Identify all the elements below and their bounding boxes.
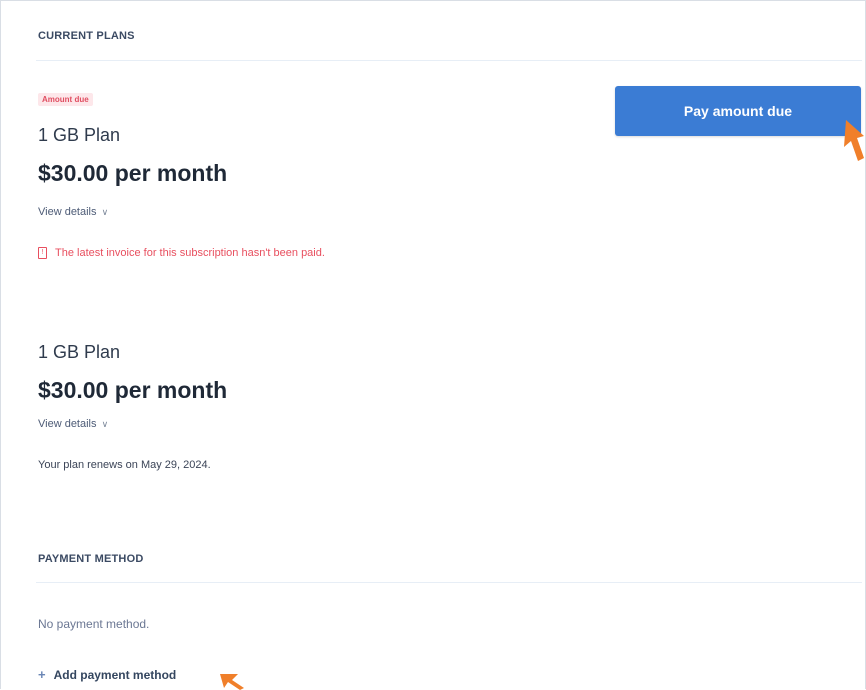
section-divider bbox=[36, 582, 862, 583]
current-plans-title: CURRENT PLANS bbox=[38, 30, 135, 42]
no-payment-text: No payment method. bbox=[38, 617, 150, 631]
add-payment-method-button[interactable]: + Add payment method bbox=[38, 667, 176, 682]
chevron-down-icon: ∨ bbox=[101, 419, 109, 429]
mouse-pointer-icon bbox=[844, 120, 864, 161]
renewal-text: Your plan renews on May 29, 2024. bbox=[38, 459, 211, 471]
plan-price: $30.00 per month bbox=[38, 377, 228, 403]
plan-name: 1 GB Plan bbox=[38, 342, 121, 362]
payment-method-title: PAYMENT METHOD bbox=[38, 553, 144, 565]
pay-amount-due-button[interactable]: Pay amount due bbox=[615, 86, 861, 136]
alert-icon: ! bbox=[38, 247, 47, 259]
plus-icon: + bbox=[38, 667, 46, 682]
view-details-link[interactable]: View details ∨ bbox=[38, 206, 108, 218]
unpaid-warning-text: The latest invoice for this subscription… bbox=[55, 247, 325, 259]
view-details-label: View details bbox=[38, 418, 97, 430]
unpaid-warning: ! The latest invoice for this subscripti… bbox=[38, 247, 325, 259]
view-details-link[interactable]: View details ∨ bbox=[38, 418, 108, 430]
view-details-label: View details bbox=[38, 206, 97, 218]
add-payment-method-label: Add payment method bbox=[53, 667, 177, 682]
mouse-pointer-icon bbox=[220, 674, 244, 690]
amount-due-badge: Amount due bbox=[38, 93, 93, 106]
section-divider bbox=[36, 60, 862, 61]
chevron-down-icon: ∨ bbox=[101, 207, 109, 217]
plan-price: $30.00 per month bbox=[38, 160, 228, 186]
plan-name: 1 GB Plan bbox=[38, 125, 121, 145]
